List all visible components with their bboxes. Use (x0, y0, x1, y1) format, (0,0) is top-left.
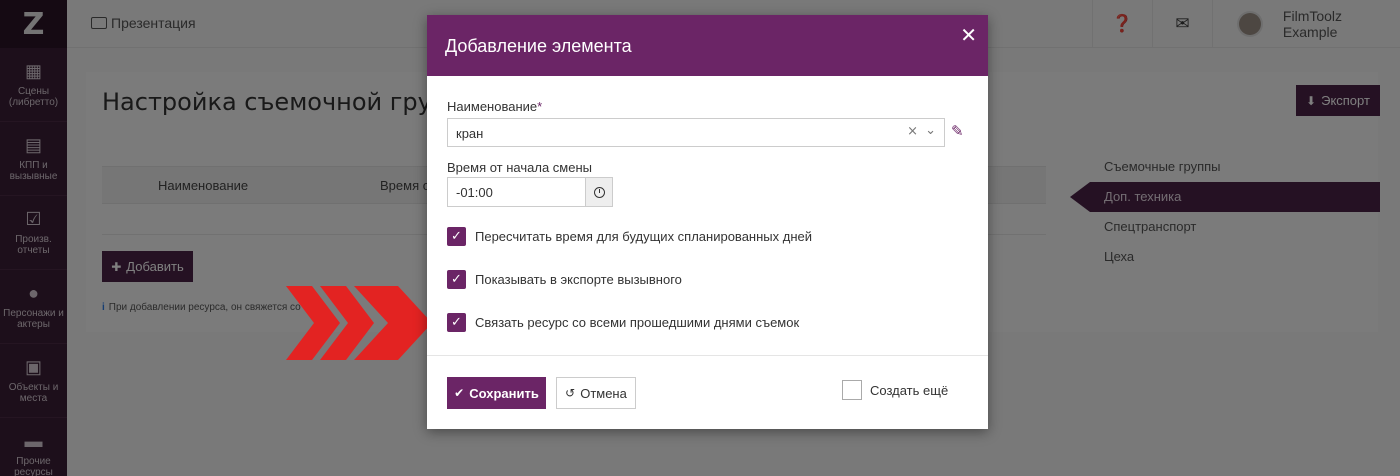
clear-icon[interactable]: × (907, 124, 918, 139)
pencil-icon[interactable]: ✎ (951, 122, 964, 140)
time-input[interactable]: -01:00 (447, 177, 586, 207)
recalc-time-row[interactable]: ✓ Пересчитать время для будущих спланиро… (447, 226, 812, 246)
name-label: Наименование* (447, 99, 542, 114)
name-label-text: Наименование (447, 99, 538, 114)
recalc-time-checkbox[interactable]: ✓ (447, 226, 466, 246)
cancel-button[interactable]: ↺ Отмена (556, 377, 636, 409)
show-in-export-label: Показывать в экспорте вызывного (475, 271, 682, 287)
time-input-value: -01:00 (456, 185, 493, 200)
name-select[interactable]: кран × ⌄ (447, 118, 945, 147)
link-past-days-label: Связать ресурс со всеми прошедшими днями… (475, 314, 800, 330)
close-icon[interactable]: ✕ (960, 23, 977, 47)
cancel-label: Отмена (580, 385, 627, 401)
add-element-dialog: Добавление элемента ✕ Наименование* кран… (427, 15, 988, 429)
save-label: Сохранить (469, 385, 539, 401)
time-picker-button[interactable] (585, 177, 613, 207)
name-select-value: кран (456, 126, 484, 141)
undo-icon: ↺ (565, 386, 576, 400)
clock-icon (593, 186, 605, 198)
footer-divider (427, 355, 988, 356)
link-past-days-row[interactable]: ✓ Связать ресурс со всеми прошедшими дня… (447, 312, 799, 332)
link-past-days-checkbox[interactable]: ✓ (447, 312, 466, 332)
show-in-export-row[interactable]: ✓ Показывать в экспорте вызывного (447, 269, 682, 289)
save-button[interactable]: ✔ Сохранить (447, 377, 546, 409)
check-icon: ✔ (454, 386, 465, 400)
dialog-title: Добавление элемента (445, 36, 632, 56)
chevron-down-icon[interactable]: ⌄ (925, 123, 936, 138)
required-marker: * (537, 99, 543, 114)
recalc-time-label: Пересчитать время для будущих спланирова… (475, 228, 812, 244)
create-more-row[interactable]: Создать ещё (842, 380, 948, 400)
create-more-label: Создать ещё (870, 382, 949, 398)
create-more-checkbox[interactable] (842, 380, 862, 400)
time-label: Время от начала смены (447, 160, 592, 175)
dialog-header: Добавление элемента ✕ (427, 15, 988, 76)
show-in-export-checkbox[interactable]: ✓ (447, 269, 466, 289)
chevron-arrows-annotation (286, 286, 432, 360)
